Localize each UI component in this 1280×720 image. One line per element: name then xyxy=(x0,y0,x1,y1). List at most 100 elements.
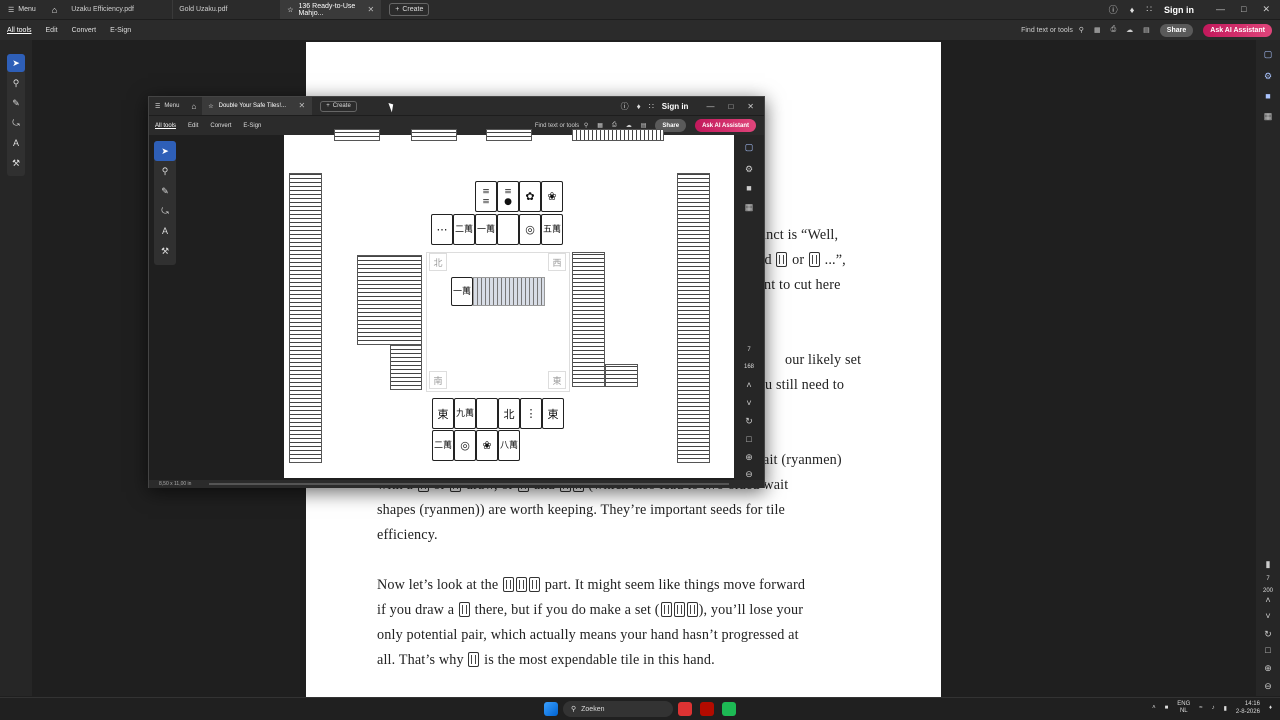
print-icon[interactable]: ⎙ xyxy=(1111,26,1117,34)
scan-icon[interactable]: ▦ xyxy=(1094,26,1101,34)
save-icon[interactable]: □ xyxy=(743,433,755,445)
notification-bell-icon[interactable]: ♦ xyxy=(1269,705,1272,711)
upload-cloud-icon[interactable]: ☁ xyxy=(1126,26,1133,34)
thumbnail-icon[interactable]: ▦ xyxy=(743,201,755,213)
layout-icon[interactable]: ▤ xyxy=(1143,26,1150,34)
close-tab-icon[interactable]: ✕ xyxy=(368,5,375,14)
stamp-icon[interactable]: ⚒ xyxy=(7,154,25,172)
hand-tile[interactable]: 東 xyxy=(542,398,564,429)
comment-panel-icon[interactable]: ▢ xyxy=(1262,48,1274,60)
refresh-icon[interactable]: ↻ xyxy=(1262,628,1274,640)
brave-browser-icon[interactable] xyxy=(678,702,692,716)
hand-tile[interactable]: ◎ xyxy=(454,430,476,461)
home-icon[interactable]: ⌂ xyxy=(185,102,202,111)
hand-tile[interactable]: 二萬 xyxy=(432,430,454,461)
stamp-icon[interactable]: ⚒ xyxy=(154,241,176,261)
close-window-icon[interactable]: ✕ xyxy=(1262,4,1270,15)
home-icon[interactable]: ⌂ xyxy=(44,5,65,15)
tab-gold-uzaku[interactable]: Gold Uzaku.pdf xyxy=(173,0,282,19)
floating-sign-in-button[interactable]: Sign in xyxy=(662,102,689,111)
esign-link[interactable]: E-Sign xyxy=(103,27,138,34)
tab-uzaku-efficiency[interactable]: Uzaku Efficiency.pdf xyxy=(65,0,174,19)
select-cursor-icon[interactable]: ➤ xyxy=(7,54,25,72)
floating-tab-bar[interactable]: ☰ Menu ⌂ ☆ Double Your Safe Tiles!... ✕ … xyxy=(149,97,764,115)
all-tools-link[interactable]: All tools xyxy=(149,123,182,129)
upload-cloud-icon[interactable]: ☁ xyxy=(626,122,632,129)
horizontal-scrollbar[interactable] xyxy=(209,483,729,485)
windows-start-icon[interactable] xyxy=(544,702,558,716)
zoom-in-icon[interactable]: ⊕ xyxy=(743,451,755,463)
floating-tab-safe-tiles[interactable]: ☆ Double Your Safe Tiles!... ✕ xyxy=(202,97,313,115)
clock[interactable]: 14:16 2-8-2026 xyxy=(1236,700,1260,716)
edit-link[interactable]: Edit xyxy=(182,123,204,129)
zoom-comment-icon[interactable]: ⚲ xyxy=(154,161,176,181)
help-icon[interactable]: ⓘ xyxy=(1109,3,1118,16)
save-icon[interactable]: □ xyxy=(1262,644,1274,656)
battery-icon[interactable]: ▮ xyxy=(1224,705,1227,712)
lasso-icon[interactable]: ⤿ xyxy=(7,114,25,132)
menu-button[interactable]: ☰ Menu xyxy=(0,0,44,19)
edit-link[interactable]: Edit xyxy=(39,27,65,34)
pen-icon[interactable]: ✎ xyxy=(154,181,176,201)
select-cursor-icon[interactable]: ➤ xyxy=(154,141,176,161)
chevron-up-icon[interactable]: ˄ xyxy=(1262,594,1274,606)
hand-tile[interactable]: 東 xyxy=(432,398,454,429)
text-box-icon[interactable]: A xyxy=(7,134,25,152)
wifi-icon[interactable]: ≈ xyxy=(1199,705,1202,711)
scan-icon[interactable]: ▦ xyxy=(597,122,603,129)
zoom-out-icon[interactable]: ⊖ xyxy=(1262,680,1274,692)
volume-icon[interactable]: ♪ xyxy=(1212,705,1215,711)
hand-tile[interactable]: ⋮ xyxy=(520,398,542,429)
floating-create-button[interactable]: + Create xyxy=(320,100,357,112)
comment-panel-icon[interactable]: ▢ xyxy=(743,141,755,153)
sign-in-button[interactable]: Sign in xyxy=(1164,5,1194,15)
share-button[interactable]: Share xyxy=(1159,23,1194,37)
ask-ai-assistant-button[interactable]: Ask AI Assistant xyxy=(695,119,756,132)
layout-icon[interactable]: ▤ xyxy=(641,122,647,129)
find-tools-field[interactable]: Find text or tools ⚲ xyxy=(535,122,588,129)
apps-grid-icon[interactable]: ∷ xyxy=(1146,4,1152,15)
find-tools-field[interactable]: Find text or tools ⚲ xyxy=(1021,26,1084,34)
maximize-icon[interactable]: □ xyxy=(728,102,733,111)
acrobat-icon[interactable] xyxy=(700,702,714,716)
close-window-icon[interactable]: ✕ xyxy=(747,102,754,111)
hand-tile[interactable]: 九萬 xyxy=(454,398,476,429)
tray-app-icon[interactable]: ■ xyxy=(1165,705,1169,711)
floating-menu-button[interactable]: ☰ Menu xyxy=(149,97,185,116)
minimize-icon[interactable]: — xyxy=(706,102,714,111)
floating-reader-window[interactable]: ☰ Menu ⌂ ☆ Double Your Safe Tiles!... ✕ … xyxy=(148,96,765,488)
bookmark-icon[interactable]: ■ xyxy=(743,182,755,194)
thumbnail-icon[interactable]: ▦ xyxy=(1262,110,1274,122)
organize-icon[interactable]: ⚙ xyxy=(743,163,755,175)
create-button[interactable]: + Create xyxy=(389,3,430,16)
zoom-comment-icon[interactable]: ⚲ xyxy=(7,74,25,92)
all-tools-link[interactable]: All tools xyxy=(0,27,39,34)
text-box-icon[interactable]: A xyxy=(154,221,176,241)
esign-link[interactable]: E-Sign xyxy=(237,123,267,129)
zoom-in-icon[interactable]: ⊕ xyxy=(1262,662,1274,674)
minimize-icon[interactable]: — xyxy=(1216,4,1225,15)
chevron-up-icon[interactable]: ˄ xyxy=(743,379,755,391)
page-number[interactable]: 7 xyxy=(1258,576,1278,582)
ask-ai-assistant-button[interactable]: Ask AI Assistant xyxy=(1203,23,1272,37)
floating-page-number[interactable]: 7 xyxy=(739,347,759,353)
bell-icon[interactable]: ♦ xyxy=(1130,5,1135,15)
convert-link[interactable]: Convert xyxy=(204,123,237,129)
refresh-icon[interactable]: ↻ xyxy=(743,415,755,427)
pen-icon[interactable]: ✎ xyxy=(7,94,25,112)
hand-tile[interactable] xyxy=(476,398,498,429)
floating-document-canvas[interactable]: ➤ ⚲ ✎ ⤿ A ⚒ ≡ ≡ ≡ ● ✿ ❀ ⋯ 二萬 一萬 ◎ 五萬 北 西… xyxy=(149,129,734,480)
chevron-down-icon[interactable]: ˅ xyxy=(743,397,755,409)
lasso-icon[interactable]: ⤿ xyxy=(154,201,176,221)
chat-app-icon[interactable] xyxy=(722,702,736,716)
bookmark-icon[interactable]: ■ xyxy=(1262,90,1274,102)
convert-link[interactable]: Convert xyxy=(65,27,104,34)
maximize-icon[interactable]: □ xyxy=(1241,4,1246,15)
print-icon[interactable]: ⎙ xyxy=(612,122,617,129)
language-indicator[interactable]: ENG NL xyxy=(1177,701,1190,715)
apps-grid-icon[interactable]: ∷ xyxy=(649,102,654,111)
chevron-up-icon[interactable]: ˄ xyxy=(1152,705,1156,711)
hand-tile[interactable]: 北 xyxy=(498,398,520,429)
hand-tile[interactable]: ❀ xyxy=(476,430,498,461)
help-icon[interactable]: ⓘ xyxy=(621,101,629,112)
